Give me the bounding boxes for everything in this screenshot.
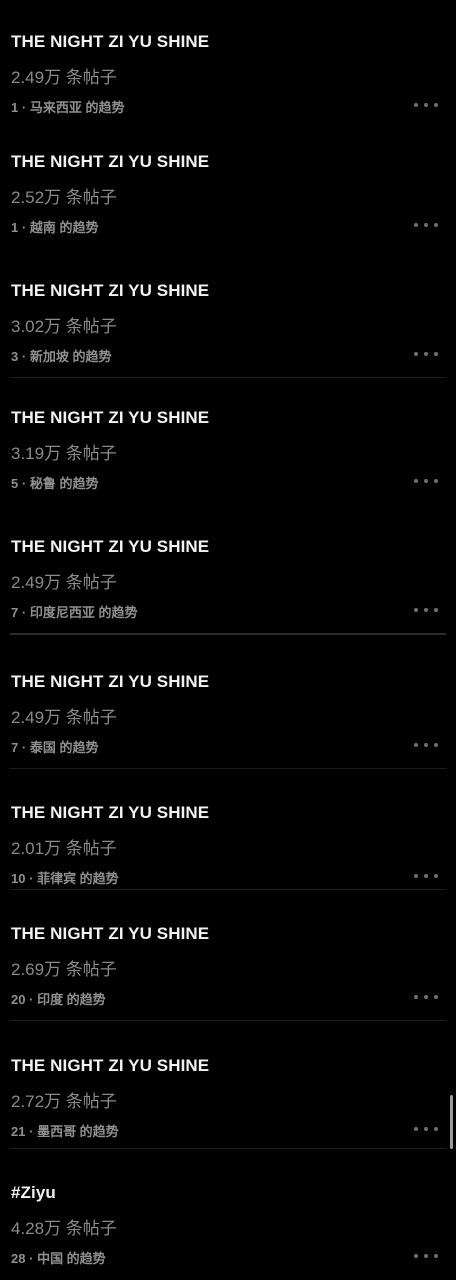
trend-title: THE NIGHT ZI YU SHINE xyxy=(11,537,210,556)
more-options-icon[interactable] xyxy=(414,990,438,1004)
post-count: 2.72万 条帖子 xyxy=(11,1092,117,1111)
trend-item[interactable]: THE NIGHT ZI YU SHINE 2.49万 条帖子 1 · 马来西亚… xyxy=(0,10,456,120)
trend-item[interactable]: #Ziyu 4.28万 条帖子 28 · 中国 的趋势 xyxy=(0,1161,456,1271)
more-options-icon[interactable] xyxy=(414,218,438,232)
trend-separator: · xyxy=(21,349,27,364)
more-options-icon[interactable] xyxy=(414,869,438,883)
more-options-icon[interactable] xyxy=(414,347,438,361)
trend-separator: · xyxy=(29,992,34,1007)
trend-rank: 3 xyxy=(11,349,19,364)
trend-separator: · xyxy=(21,740,27,755)
post-count: 2.49万 条帖子 xyxy=(11,573,117,592)
trend-rank: 20 xyxy=(11,992,26,1007)
post-count: 3.02万 条帖子 xyxy=(11,317,117,336)
trend-location: 20 · 印度 的趋势 xyxy=(11,989,106,1008)
more-options-icon[interactable] xyxy=(414,603,438,617)
trend-separator: · xyxy=(29,871,34,886)
trend-rank: 1 xyxy=(11,220,19,235)
trend-item[interactable]: THE NIGHT ZI YU SHINE 3.02万 条帖子 3 · 新加坡 … xyxy=(0,259,456,369)
post-count: 3.19万 条帖子 xyxy=(11,444,117,463)
trend-location: 10 · 菲律宾 的趋势 xyxy=(11,868,119,887)
post-count: 2.52万 条帖子 xyxy=(11,188,117,207)
trend-title: #Ziyu xyxy=(11,1183,56,1202)
divider xyxy=(10,1148,446,1149)
post-count: 2.49万 条帖子 xyxy=(11,68,117,87)
divider xyxy=(10,377,446,378)
trend-title: THE NIGHT ZI YU SHINE xyxy=(11,408,210,427)
trend-location: 1 · 越南 的趋势 xyxy=(11,217,98,236)
more-options-icon[interactable] xyxy=(414,474,438,488)
trend-region: 墨西哥 的趋势 xyxy=(37,1124,119,1139)
trend-separator: · xyxy=(21,605,27,620)
trend-rank: 28 xyxy=(11,1251,26,1266)
trend-rank: 1 xyxy=(11,100,19,115)
divider xyxy=(10,889,446,890)
more-options-icon[interactable] xyxy=(414,98,438,112)
trend-item[interactable]: THE NIGHT ZI YU SHINE 3.19万 条帖子 5 · 秘鲁 的… xyxy=(0,386,456,496)
trend-rank: 5 xyxy=(11,476,19,491)
trend-region: 新加坡 的趋势 xyxy=(29,349,112,364)
trend-region: 印度 的趋势 xyxy=(37,992,106,1007)
trend-title: THE NIGHT ZI YU SHINE xyxy=(11,924,210,943)
post-count: 2.49万 条帖子 xyxy=(11,708,117,727)
trend-separator: · xyxy=(29,1124,34,1139)
trend-rank: 7 xyxy=(11,740,19,755)
trend-separator: · xyxy=(29,1251,34,1266)
trend-rank: 21 xyxy=(11,1124,26,1139)
trend-rank: 7 xyxy=(11,605,19,620)
trend-region: 越南 的趋势 xyxy=(29,220,99,235)
trend-location: 21 · 墨西哥 的趋势 xyxy=(11,1121,119,1140)
trend-title: THE NIGHT ZI YU SHINE xyxy=(11,32,210,51)
post-count: 4.28万 条帖子 xyxy=(11,1219,117,1238)
trend-item[interactable]: THE NIGHT ZI YU SHINE 2.69万 条帖子 20 · 印度 … xyxy=(0,902,456,1012)
trend-region: 泰国 的趋势 xyxy=(29,740,99,755)
scrollbar[interactable] xyxy=(450,1095,453,1149)
trend-title: THE NIGHT ZI YU SHINE xyxy=(11,803,210,822)
divider xyxy=(10,1020,446,1021)
trend-title: THE NIGHT ZI YU SHINE xyxy=(11,281,210,300)
trend-title: THE NIGHT ZI YU SHINE xyxy=(11,672,210,691)
post-count: 2.01万 条帖子 xyxy=(11,839,117,858)
trend-location: 5 · 秘鲁 的趋势 xyxy=(11,473,98,492)
trend-region: 中国 的趋势 xyxy=(37,1251,106,1266)
trend-item[interactable]: THE NIGHT ZI YU SHINE 2.72万 条帖子 21 · 墨西哥… xyxy=(0,1034,456,1144)
trend-separator: · xyxy=(21,100,27,115)
trend-region: 菲律宾 的趋势 xyxy=(37,871,119,886)
trend-location: 7 · 印度尼西亚 的趋势 xyxy=(11,602,137,621)
trend-location: 28 · 中国 的趋势 xyxy=(11,1248,106,1267)
trend-separator: · xyxy=(21,476,27,491)
trend-title: THE NIGHT ZI YU SHINE xyxy=(11,152,210,171)
divider xyxy=(10,768,446,769)
trend-separator: · xyxy=(21,220,27,235)
post-count: 2.69万 条帖子 xyxy=(11,960,117,979)
trend-rank: 10 xyxy=(11,871,26,886)
trend-region: 印度尼西亚 的趋势 xyxy=(29,605,138,620)
trend-region: 马来西亚 的趋势 xyxy=(29,100,125,115)
trend-location: 3 · 新加坡 的趋势 xyxy=(11,346,111,365)
more-options-icon[interactable] xyxy=(414,738,438,752)
trend-item[interactable]: THE NIGHT ZI YU SHINE 2.01万 条帖子 10 · 菲律宾… xyxy=(0,781,456,891)
more-options-icon[interactable] xyxy=(414,1249,438,1263)
trend-region: 秘鲁 的趋势 xyxy=(29,476,99,491)
trend-item[interactable]: THE NIGHT ZI YU SHINE 2.49万 条帖子 7 · 泰国 的… xyxy=(0,650,456,760)
trend-location: 1 · 马来西亚 的趋势 xyxy=(11,97,124,116)
more-options-icon[interactable] xyxy=(414,1122,438,1136)
divider xyxy=(10,633,446,635)
trend-item[interactable]: THE NIGHT ZI YU SHINE 2.49万 条帖子 7 · 印度尼西… xyxy=(0,515,456,625)
trend-title: THE NIGHT ZI YU SHINE xyxy=(11,1056,210,1075)
trend-location: 7 · 泰国 的趋势 xyxy=(11,737,98,756)
trend-item[interactable]: THE NIGHT ZI YU SHINE 2.52万 条帖子 1 · 越南 的… xyxy=(0,130,456,240)
